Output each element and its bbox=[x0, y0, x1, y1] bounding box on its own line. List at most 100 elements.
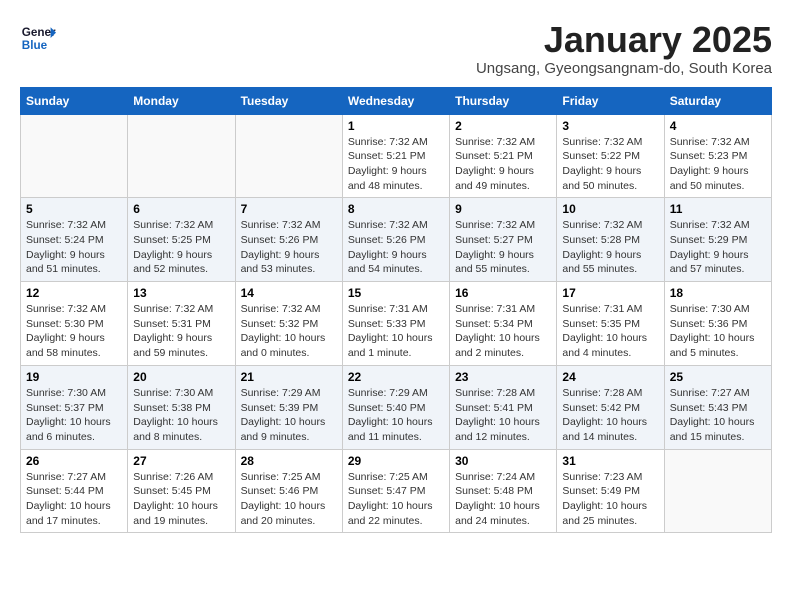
day-number: 26 bbox=[26, 454, 122, 468]
calendar-cell: 24 Sunrise: 7:28 AM Sunset: 5:42 PM Dayli… bbox=[557, 365, 664, 449]
day-number: 4 bbox=[670, 119, 766, 133]
weekday-header-wednesday: Wednesday bbox=[342, 87, 449, 114]
calendar-cell: 8 Sunrise: 7:32 AM Sunset: 5:26 PM Daylig… bbox=[342, 198, 449, 282]
day-number: 27 bbox=[133, 454, 229, 468]
weekday-header-saturday: Saturday bbox=[664, 87, 771, 114]
calendar-cell bbox=[664, 449, 771, 533]
day-number: 24 bbox=[562, 370, 658, 384]
calendar-cell: 16 Sunrise: 7:31 AM Sunset: 5:34 PM Dayli… bbox=[450, 282, 557, 366]
day-info: Sunrise: 7:31 AM Sunset: 5:34 PM Dayligh… bbox=[455, 302, 551, 361]
weekday-header-tuesday: Tuesday bbox=[235, 87, 342, 114]
calendar-week-3: 12 Sunrise: 7:32 AM Sunset: 5:30 PM Dayli… bbox=[21, 282, 772, 366]
day-info: Sunrise: 7:32 AM Sunset: 5:31 PM Dayligh… bbox=[133, 302, 229, 361]
day-info: Sunrise: 7:27 AM Sunset: 5:44 PM Dayligh… bbox=[26, 470, 122, 529]
calendar-cell: 12 Sunrise: 7:32 AM Sunset: 5:30 PM Dayli… bbox=[21, 282, 128, 366]
calendar-cell: 31Sunrise: 7:23 AM Sunset: 5:49 PM Dayli… bbox=[557, 449, 664, 533]
calendar-cell: 23Sunrise: 7:28 AM Sunset: 5:41 PM Dayli… bbox=[450, 365, 557, 449]
day-number: 12 bbox=[26, 286, 122, 300]
calendar-cell: 20 Sunrise: 7:30 AM Sunset: 5:38 PM Dayli… bbox=[128, 365, 235, 449]
calendar-cell: 25Sunrise: 7:27 AM Sunset: 5:43 PM Dayli… bbox=[664, 365, 771, 449]
calendar-cell: 5 Sunrise: 7:32 AM Sunset: 5:24 PM Daylig… bbox=[21, 198, 128, 282]
logo: General Blue bbox=[20, 20, 56, 56]
day-info: Sunrise: 7:32 AM Sunset: 5:21 PM Dayligh… bbox=[455, 135, 551, 194]
day-number: 5 bbox=[26, 202, 122, 216]
logo-icon: General Blue bbox=[20, 20, 56, 56]
day-info: Sunrise: 7:31 AM Sunset: 5:33 PM Dayligh… bbox=[348, 302, 444, 361]
weekday-header-row: SundayMondayTuesdayWednesdayThursdayFrid… bbox=[21, 87, 772, 114]
calendar-cell: 22Sunrise: 7:29 AM Sunset: 5:40 PM Dayli… bbox=[342, 365, 449, 449]
day-number: 16 bbox=[455, 286, 551, 300]
calendar-week-5: 26 Sunrise: 7:27 AM Sunset: 5:44 PM Dayli… bbox=[21, 449, 772, 533]
day-info: Sunrise: 7:29 AM Sunset: 5:40 PM Dayligh… bbox=[348, 386, 444, 445]
calendar-table: SundayMondayTuesdayWednesdayThursdayFrid… bbox=[20, 87, 772, 534]
weekday-header-monday: Monday bbox=[128, 87, 235, 114]
day-info: Sunrise: 7:24 AM Sunset: 5:48 PM Dayligh… bbox=[455, 470, 551, 529]
day-info: Sunrise: 7:31 AM Sunset: 5:35 PM Dayligh… bbox=[562, 302, 658, 361]
svg-text:Blue: Blue bbox=[22, 39, 48, 52]
day-number: 17 bbox=[562, 286, 658, 300]
calendar-cell: 2 Sunrise: 7:32 AM Sunset: 5:21 PM Daylig… bbox=[450, 114, 557, 198]
day-info: Sunrise: 7:32 AM Sunset: 5:32 PM Dayligh… bbox=[241, 302, 337, 361]
day-number: 20 bbox=[133, 370, 229, 384]
day-info: Sunrise: 7:32 AM Sunset: 5:23 PM Dayligh… bbox=[670, 135, 766, 194]
day-info: Sunrise: 7:32 AM Sunset: 5:26 PM Dayligh… bbox=[241, 218, 337, 277]
calendar-cell: 9 Sunrise: 7:32 AM Sunset: 5:27 PM Daylig… bbox=[450, 198, 557, 282]
calendar-cell: 29Sunrise: 7:25 AM Sunset: 5:47 PM Dayli… bbox=[342, 449, 449, 533]
day-number: 1 bbox=[348, 119, 444, 133]
day-info: Sunrise: 7:32 AM Sunset: 5:26 PM Dayligh… bbox=[348, 218, 444, 277]
day-number: 30 bbox=[455, 454, 551, 468]
calendar-cell bbox=[235, 114, 342, 198]
day-number: 9 bbox=[455, 202, 551, 216]
calendar-cell: 28 Sunrise: 7:25 AM Sunset: 5:46 PM Dayli… bbox=[235, 449, 342, 533]
day-info: Sunrise: 7:32 AM Sunset: 5:30 PM Dayligh… bbox=[26, 302, 122, 361]
calendar-cell: 26 Sunrise: 7:27 AM Sunset: 5:44 PM Dayli… bbox=[21, 449, 128, 533]
calendar-cell: 14 Sunrise: 7:32 AM Sunset: 5:32 PM Dayli… bbox=[235, 282, 342, 366]
location-subtitle: Ungsang, Gyeongsangnam-do, South Korea bbox=[476, 60, 772, 77]
calendar-cell: 4 Sunrise: 7:32 AM Sunset: 5:23 PM Daylig… bbox=[664, 114, 771, 198]
day-info: Sunrise: 7:32 AM Sunset: 5:28 PM Dayligh… bbox=[562, 218, 658, 277]
day-info: Sunrise: 7:23 AM Sunset: 5:49 PM Dayligh… bbox=[562, 470, 658, 529]
day-info: Sunrise: 7:25 AM Sunset: 5:46 PM Dayligh… bbox=[241, 470, 337, 529]
day-number: 2 bbox=[455, 119, 551, 133]
day-info: Sunrise: 7:32 AM Sunset: 5:27 PM Dayligh… bbox=[455, 218, 551, 277]
day-number: 6 bbox=[133, 202, 229, 216]
calendar-cell: 30 Sunrise: 7:24 AM Sunset: 5:48 PM Dayli… bbox=[450, 449, 557, 533]
weekday-header-thursday: Thursday bbox=[450, 87, 557, 114]
calendar-cell: 11Sunrise: 7:32 AM Sunset: 5:29 PM Dayli… bbox=[664, 198, 771, 282]
day-number: 13 bbox=[133, 286, 229, 300]
day-number: 18 bbox=[670, 286, 766, 300]
day-info: Sunrise: 7:26 AM Sunset: 5:45 PM Dayligh… bbox=[133, 470, 229, 529]
calendar-cell: 3 Sunrise: 7:32 AM Sunset: 5:22 PM Daylig… bbox=[557, 114, 664, 198]
page-header: General Blue January 2025 Ungsang, Gyeon… bbox=[20, 20, 772, 77]
day-number: 21 bbox=[241, 370, 337, 384]
day-number: 29 bbox=[348, 454, 444, 468]
day-info: Sunrise: 7:28 AM Sunset: 5:42 PM Dayligh… bbox=[562, 386, 658, 445]
day-info: Sunrise: 7:30 AM Sunset: 5:38 PM Dayligh… bbox=[133, 386, 229, 445]
calendar-cell: 27 Sunrise: 7:26 AM Sunset: 5:45 PM Dayli… bbox=[128, 449, 235, 533]
calendar-week-4: 19Sunrise: 7:30 AM Sunset: 5:37 PM Dayli… bbox=[21, 365, 772, 449]
day-number: 7 bbox=[241, 202, 337, 216]
calendar-cell: 17 Sunrise: 7:31 AM Sunset: 5:35 PM Dayli… bbox=[557, 282, 664, 366]
month-title: January 2025 bbox=[476, 20, 772, 60]
day-number: 11 bbox=[670, 202, 766, 216]
title-block: January 2025 Ungsang, Gyeongsangnam-do, … bbox=[476, 20, 772, 77]
day-number: 8 bbox=[348, 202, 444, 216]
day-info: Sunrise: 7:27 AM Sunset: 5:43 PM Dayligh… bbox=[670, 386, 766, 445]
day-number: 3 bbox=[562, 119, 658, 133]
calendar-cell: 6Sunrise: 7:32 AM Sunset: 5:25 PM Daylig… bbox=[128, 198, 235, 282]
calendar-week-1: 1 Sunrise: 7:32 AM Sunset: 5:21 PM Daylig… bbox=[21, 114, 772, 198]
calendar-cell: 15Sunrise: 7:31 AM Sunset: 5:33 PM Dayli… bbox=[342, 282, 449, 366]
calendar-cell: 7 Sunrise: 7:32 AM Sunset: 5:26 PM Daylig… bbox=[235, 198, 342, 282]
calendar-cell: 19Sunrise: 7:30 AM Sunset: 5:37 PM Dayli… bbox=[21, 365, 128, 449]
calendar-cell bbox=[128, 114, 235, 198]
calendar-cell: 13 Sunrise: 7:32 AM Sunset: 5:31 PM Dayli… bbox=[128, 282, 235, 366]
calendar-cell: 1 Sunrise: 7:32 AM Sunset: 5:21 PM Daylig… bbox=[342, 114, 449, 198]
day-info: Sunrise: 7:32 AM Sunset: 5:21 PM Dayligh… bbox=[348, 135, 444, 194]
calendar-cell: 18Sunrise: 7:30 AM Sunset: 5:36 PM Dayli… bbox=[664, 282, 771, 366]
day-info: Sunrise: 7:32 AM Sunset: 5:24 PM Dayligh… bbox=[26, 218, 122, 277]
day-number: 28 bbox=[241, 454, 337, 468]
day-number: 10 bbox=[562, 202, 658, 216]
day-number: 14 bbox=[241, 286, 337, 300]
day-info: Sunrise: 7:30 AM Sunset: 5:37 PM Dayligh… bbox=[26, 386, 122, 445]
day-info: Sunrise: 7:32 AM Sunset: 5:22 PM Dayligh… bbox=[562, 135, 658, 194]
